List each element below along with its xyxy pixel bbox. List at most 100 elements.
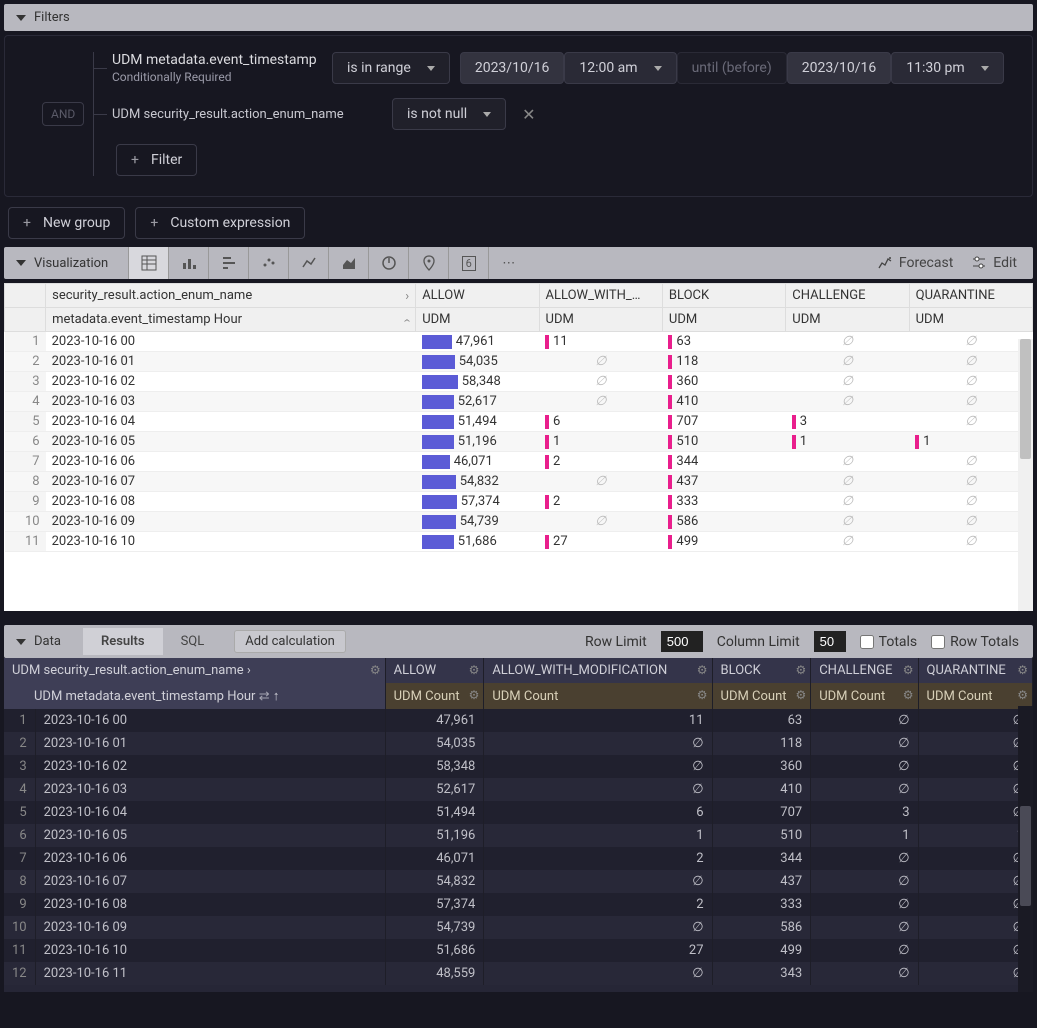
table-row[interactable]: 42023-10-16 0352,617∅410∅∅ [5,392,1033,412]
new-group-button[interactable]: + New group [8,207,125,239]
row-limit-input[interactable] [661,631,703,652]
allow-cell: 57,374 [385,893,484,916]
gear-icon[interactable]: ⚙ [795,688,806,702]
dimension-header[interactable]: security_result.action_enum_name › [46,284,416,308]
data-col-allow[interactable]: ALLOW⚙ [385,658,484,683]
table-row[interactable]: 82023-10-16 0754,832∅437∅∅ [5,472,1033,492]
vis-type-bar[interactable] [168,247,208,279]
table-row[interactable]: 22023-10-16 0154,035∅118∅∅ [4,732,1033,755]
vis-type-single[interactable]: 6 [448,247,488,279]
gear-icon[interactable]: ⚙ [1017,688,1028,702]
scroll-thumb[interactable] [1020,339,1031,459]
col-challenge[interactable]: CHALLENGE [786,284,909,308]
tab-results[interactable]: Results [83,628,163,655]
scrollbar[interactable] [1018,706,1033,992]
totals-checkbox-wrap[interactable]: Totals [860,634,918,650]
visualization-toggle[interactable]: Visualization [4,250,120,277]
gear-icon[interactable]: ⚙ [1017,663,1028,677]
allow-cell: 46,071 [416,452,539,472]
timestamp-header[interactable]: metadata.event_timestamp Hour › [46,308,416,332]
operator-select[interactable]: is in range [332,52,450,84]
date-start-input[interactable]: 2023/10/16 [460,52,565,84]
operator-select-2[interactable]: is not null [392,98,506,130]
vis-type-column[interactable] [208,247,248,279]
data-col-block[interactable]: BLOCK⚙ [712,658,811,683]
table-row[interactable]: 22023-10-16 0154,035∅118∅∅ [5,352,1033,372]
time-start-select[interactable]: 12:00 am [564,52,676,84]
table-row[interactable]: 92023-10-16 0857,3742333∅∅ [5,492,1033,512]
gear-icon[interactable]: ⚙ [370,663,381,677]
table-row[interactable]: 112023-10-16 1051,68627499∅∅ [4,939,1033,962]
table-row[interactable]: 72023-10-16 0646,0712344∅∅ [4,847,1033,870]
col-quarantine[interactable]: QUARANTINE [909,284,1032,308]
row-totals-checkbox-wrap[interactable]: Row Totals [931,634,1019,650]
table-row[interactable]: 12023-10-16 0047,9611163∅∅ [5,332,1033,352]
data-dim-header[interactable]: UDM security_result.action_enum_name › ⚙ [4,658,385,683]
table-row[interactable]: 112023-10-16 1051,68627499∅∅ [5,532,1033,552]
vis-type-scatter[interactable] [248,247,288,279]
gauge-icon [381,255,397,271]
date-end-input[interactable]: 2023/10/16 [787,52,892,84]
table-row[interactable]: 32023-10-16 0258,348∅360∅∅ [5,372,1033,392]
block-cell: 118 [712,732,811,755]
chevron-right-icon: › [405,289,409,304]
table-row[interactable]: 32023-10-16 0258,348∅360∅∅ [4,755,1033,778]
totals-checkbox[interactable] [860,635,874,649]
scrollbar[interactable] [1018,339,1033,611]
gear-icon[interactable]: ⚙ [697,663,708,677]
data-col-quarantine[interactable]: QUARANTINE⚙ [918,658,1032,683]
table-row[interactable]: 82023-10-16 0754,832∅437∅∅ [4,870,1033,893]
edit-button[interactable]: Edit [971,255,1017,271]
col-allow[interactable]: ALLOW [416,284,539,308]
add-calculation-button[interactable]: Add calculation [234,630,346,653]
col-block[interactable]: BLOCK [662,284,785,308]
data-ts-header[interactable]: UDM metadata.event_timestamp Hour ⇄ ↑ [4,683,385,709]
block-cell: 510 [712,824,811,847]
table-row[interactable]: 92023-10-16 0857,3742333∅∅ [4,893,1033,916]
col-allow-with-mod[interactable]: ALLOW_WITH_… [539,284,662,308]
table-row[interactable]: 52023-10-16 0451,49467073∅ [4,801,1033,824]
table-row[interactable]: 122023-10-16 1148,559∅343∅∅ [4,962,1033,985]
data-col-awm[interactable]: ALLOW_WITH_MODIFICATION⚙ [484,658,712,683]
vis-type-table[interactable] [128,247,168,279]
filters-panel-header[interactable]: Filters [4,4,1033,31]
table-row[interactable]: 62023-10-16 0551,196151011 [4,824,1033,847]
custom-expression-button[interactable]: + Custom expression [135,207,305,239]
allow-cell: 58,348 [385,755,484,778]
table-row[interactable]: 52023-10-16 0451,49467073∅ [5,412,1033,432]
add-filter-button[interactable]: + Filter [116,144,197,176]
vis-type-more[interactable]: ⋯ [488,247,528,279]
remove-filter-icon[interactable]: ✕ [516,99,541,130]
scroll-thumb[interactable] [1020,806,1031,906]
vis-type-line[interactable] [288,247,328,279]
row-index: 4 [5,392,46,412]
gear-icon[interactable]: ⚙ [469,663,480,677]
table-row[interactable]: 102023-10-16 0954,739∅586∅∅ [4,916,1033,939]
row-index: 3 [4,755,35,778]
gear-icon[interactable]: ⚙ [697,688,708,702]
data-toggle[interactable]: Data [4,630,73,653]
gear-icon[interactable]: ⚙ [903,688,914,702]
timestamp-cell: 2023-10-16 01 [46,352,416,372]
udm-sub: UDM [786,308,909,332]
vis-type-pie[interactable] [368,247,408,279]
table-row[interactable]: 102023-10-16 0954,739∅586∅∅ [5,512,1033,532]
vis-type-map[interactable] [408,247,448,279]
timestamp-cell: 2023-10-16 06 [46,452,416,472]
vis-type-area[interactable] [328,247,368,279]
quarantine-cell: 1 [918,824,1032,847]
tab-sql[interactable]: SQL [163,628,223,655]
table-row[interactable]: 62023-10-16 0551,196151011 [5,432,1033,452]
table-row[interactable]: 12023-10-16 0047,9611163∅∅ [4,709,1033,732]
forecast-button[interactable]: Forecast [877,255,953,271]
data-col-challenge[interactable]: CHALLENGE⚙ [811,658,918,683]
table-row[interactable]: 42023-10-16 0352,617∅410∅∅ [4,778,1033,801]
gear-icon[interactable]: ⚙ [795,663,806,677]
table-row[interactable]: 72023-10-16 0646,0712344∅∅ [5,452,1033,472]
gear-icon[interactable]: ⚙ [469,688,480,702]
gear-icon[interactable]: ⚙ [903,663,914,677]
row-totals-checkbox[interactable] [931,635,945,649]
col-limit-input[interactable] [814,631,846,652]
col-limit-label: Column Limit [717,634,800,650]
time-end-select[interactable]: 11:30 pm [891,52,1003,84]
